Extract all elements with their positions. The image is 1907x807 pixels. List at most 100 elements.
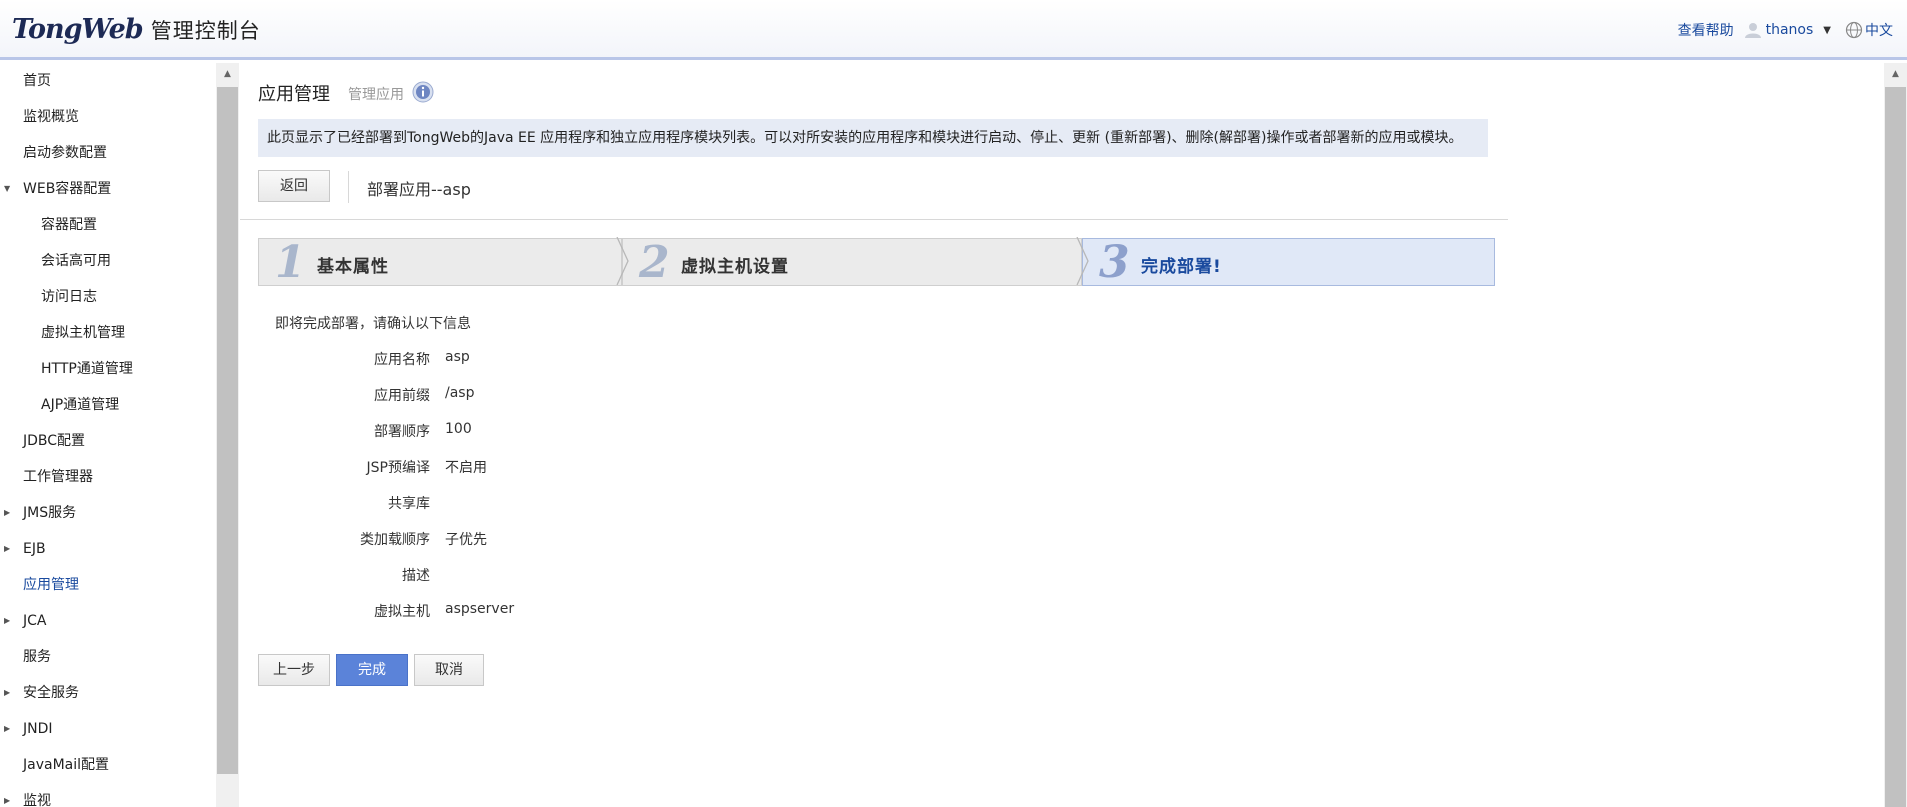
step-number: 2	[639, 237, 670, 288]
sidebar-item[interactable]: 启动参数配置	[0, 135, 107, 171]
step-label: 完成部署!	[1141, 257, 1222, 277]
top-header: TongWeb 管理控制台 查看帮助 thanos ▼ 中文	[0, 0, 1907, 60]
field-value: aspserver	[445, 601, 515, 617]
wizard-steps: 1 基本属性 2 虚拟主机设置 3 完成部署!	[258, 237, 1495, 288]
sidebar-scroll-thumb[interactable]	[217, 87, 238, 774]
sidebar-item-label: 监视	[23, 793, 51, 807]
sidebar-item[interactable]: ▶ 安全服务	[0, 675, 79, 711]
chevron-right-icon[interactable]: ▶	[4, 675, 10, 711]
sidebar-item-label: JNDI	[23, 721, 53, 737]
sidebar-item[interactable]: HTTP通道管理	[0, 351, 133, 387]
user-menu[interactable]: thanos	[1766, 22, 1814, 38]
language-switch[interactable]: 中文	[1865, 20, 1893, 40]
page-description: 此页显示了已经部署到TongWeb的Java EE 应用程序和独立应用程序模块列…	[258, 119, 1488, 157]
sidebar-item[interactable]: 监视概览	[0, 99, 79, 135]
sidebar-item-label: 应用管理	[23, 577, 79, 593]
sidebar-item[interactable]: 容器配置	[0, 207, 97, 243]
scroll-up-icon[interactable]: ▲	[216, 67, 239, 81]
info-icon[interactable]	[412, 81, 434, 103]
sidebar-item[interactable]: 应用管理	[0, 567, 79, 603]
step-complete: 3 完成部署!	[1082, 237, 1495, 288]
main-content: 应用管理 管理应用 此页显示了已经部署到TongWeb的Java EE 应用程序…	[240, 63, 1884, 807]
sidebar-item-label: AJP通道管理	[41, 397, 120, 413]
sidebar-item-label: 虚拟主机管理	[41, 325, 125, 341]
sidebar-item-label: JDBC配置	[23, 433, 86, 449]
chevron-right-icon[interactable]: ▶	[4, 783, 10, 807]
sidebar-item-label: 工作管理器	[23, 469, 93, 485]
field-value: /asp	[445, 385, 475, 401]
step-number: 1	[275, 237, 306, 288]
sidebar-item[interactable]: ▼ WEB容器配置	[0, 171, 111, 207]
console-title: 管理控制台	[150, 19, 261, 43]
sidebar-item[interactable]: ▶ JNDI	[0, 711, 53, 747]
sidebar-item[interactable]: 工作管理器	[0, 459, 93, 495]
field-label: 类加载顺序	[360, 532, 430, 548]
chevron-right-icon[interactable]: ▶	[4, 711, 10, 747]
chevron-right-icon[interactable]: ▶	[4, 531, 10, 567]
field-value: 100	[445, 421, 472, 437]
field-value: 不启用	[445, 460, 487, 476]
page-scrollbar[interactable]: ▲	[1884, 63, 1907, 807]
sidebar-item-label: 监视概览	[23, 109, 79, 125]
sidebar-item[interactable]: 首页	[0, 63, 51, 99]
breadcrumb: 部署应用--asp	[367, 180, 471, 199]
page-title: 应用管理	[258, 84, 330, 105]
page-scroll-thumb[interactable]	[1885, 87, 1906, 807]
sidebar-item[interactable]: 会话高可用	[0, 243, 111, 279]
sidebar-item[interactable]: JavaMail配置	[0, 747, 109, 783]
field-label: 部署顺序	[374, 424, 430, 440]
sidebar-item[interactable]: ▶ JCA	[0, 603, 46, 639]
sidebar-item-label: HTTP通道管理	[41, 361, 133, 377]
field-label: 应用前缀	[374, 388, 430, 404]
step-virtual-host: 2 虚拟主机设置	[622, 237, 1082, 288]
header-actions: 查看帮助 thanos ▼ 中文	[1678, 20, 1893, 40]
field-label: 虚拟主机	[374, 604, 430, 620]
globe-icon	[1845, 21, 1863, 39]
help-link[interactable]: 查看帮助	[1678, 20, 1734, 40]
chevron-down-icon[interactable]: ▼	[4, 171, 10, 207]
chevron-right-icon[interactable]: ▶	[4, 495, 10, 531]
brand-logo: TongWeb	[12, 14, 144, 45]
previous-button[interactable]: 上一步	[258, 654, 330, 686]
sidebar-item-label: 启动参数配置	[23, 145, 107, 161]
sidebar-nav: 首页监视概览启动参数配置 ▼ WEB容器配置容器配置会话高可用访问日志虚拟主机管理 H…	[0, 63, 216, 807]
sidebar-item[interactable]: ▶ EJB	[0, 531, 46, 567]
scroll-up-icon[interactable]: ▲	[1884, 67, 1907, 81]
sidebar-item[interactable]: 服务	[0, 639, 51, 675]
logo: TongWeb 管理控制台	[12, 14, 261, 50]
page-subtitle: 管理应用	[348, 87, 404, 103]
chevron-right-icon[interactable]: ▶	[4, 603, 10, 639]
step-number: 3	[1099, 237, 1130, 288]
sidebar-item-label: 安全服务	[23, 685, 79, 701]
chevron-down-icon[interactable]: ▼	[1823, 25, 1831, 36]
sidebar-item[interactable]: ▶ JMS服务	[0, 495, 76, 531]
field-label: 描述	[402, 568, 430, 584]
field-value: 子优先	[445, 532, 487, 548]
step-basic-properties: 1 基本属性	[258, 237, 622, 288]
sidebar-item-label: JMS服务	[23, 505, 77, 521]
step-label: 基本属性	[317, 257, 389, 277]
field-label: 共享库	[388, 496, 430, 512]
sidebar-item[interactable]: 虚拟主机管理	[0, 315, 125, 351]
cancel-button[interactable]: 取消	[414, 654, 484, 686]
field-label: 应用名称	[374, 352, 430, 368]
back-button[interactable]: 返回	[258, 170, 330, 202]
confirm-intro: 即将完成部署，请确认以下信息	[275, 316, 471, 332]
finish-button[interactable]: 完成	[336, 654, 408, 686]
divider	[348, 171, 349, 203]
divider	[240, 219, 1508, 220]
step-separator	[616, 237, 629, 285]
sidebar-item-label: 会话高可用	[41, 253, 111, 269]
sidebar-item-label: JavaMail配置	[23, 757, 110, 773]
sidebar-item-label: WEB容器配置	[23, 181, 112, 197]
sidebar-item[interactable]: AJP通道管理	[0, 387, 119, 423]
sidebar-item[interactable]: JDBC配置	[0, 423, 85, 459]
field-label: JSP预编译	[366, 460, 430, 476]
step-label: 虚拟主机设置	[681, 257, 789, 277]
sidebar-scrollbar[interactable]: ▲	[216, 63, 239, 807]
sidebar-item-label: 访问日志	[41, 289, 97, 305]
sidebar-item[interactable]: ▶ 监视	[0, 783, 51, 807]
sidebar-item-label: EJB	[23, 541, 46, 557]
sidebar-item[interactable]: 访问日志	[0, 279, 97, 315]
user-icon	[1744, 23, 1761, 38]
